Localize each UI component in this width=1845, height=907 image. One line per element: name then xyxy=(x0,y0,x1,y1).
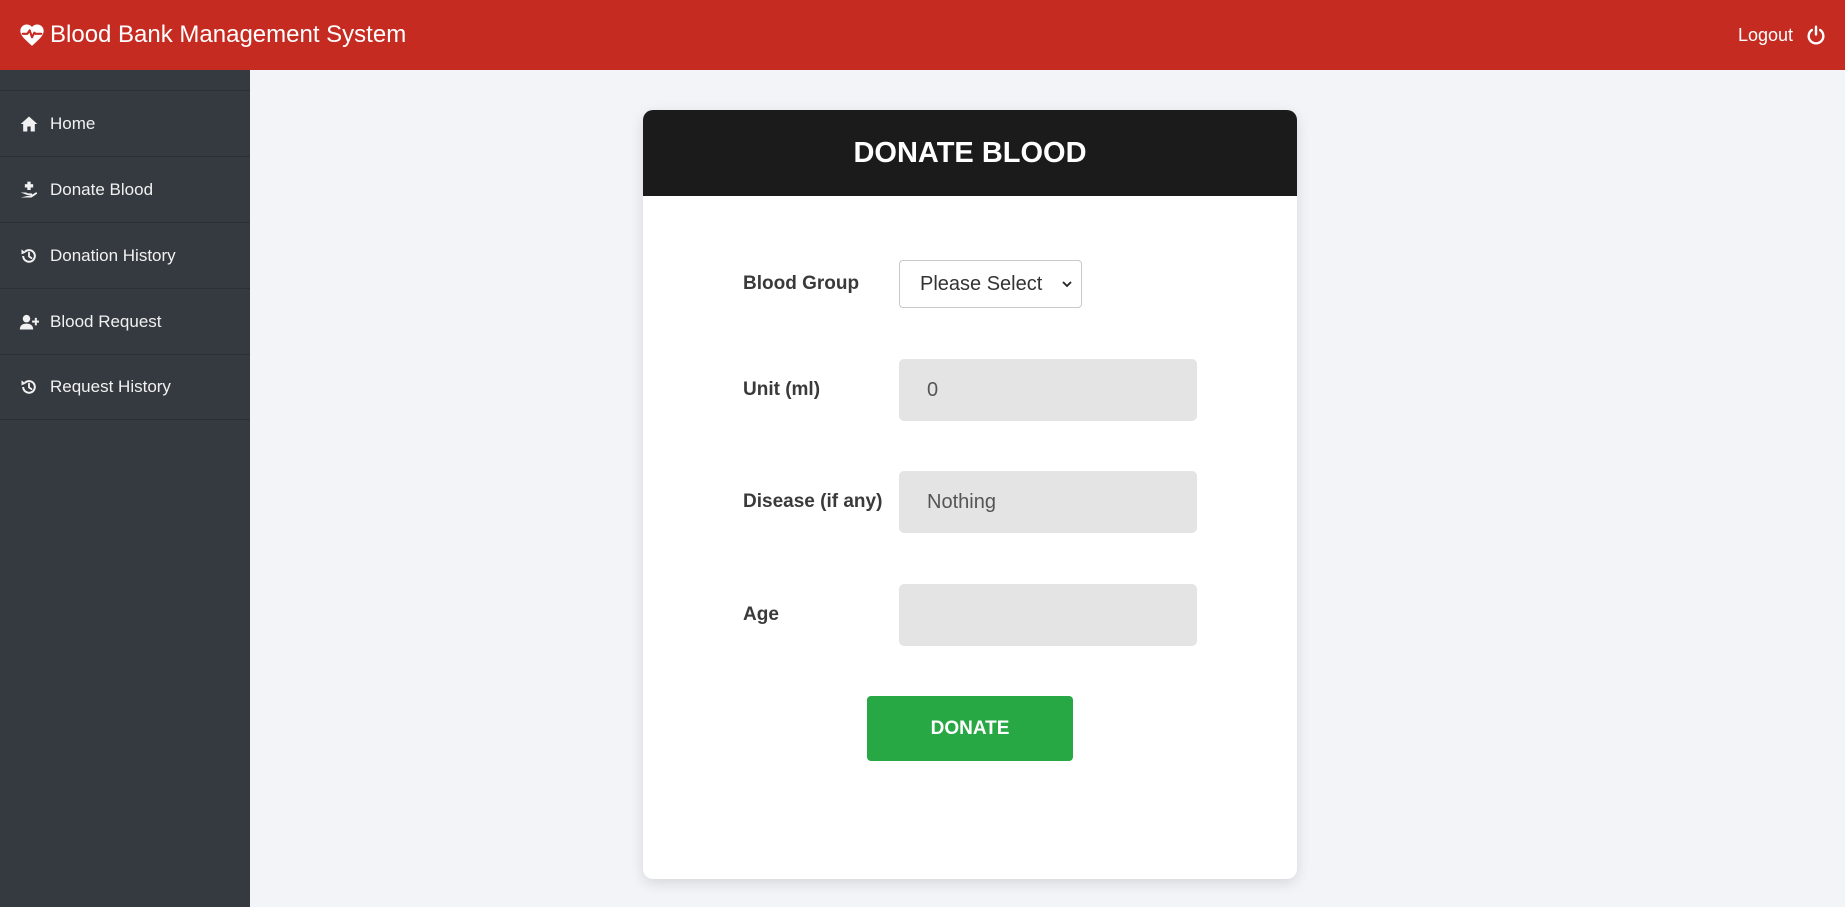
sidebar-item-label: Donate Blood xyxy=(50,179,154,199)
hand-holding-medical-icon xyxy=(18,179,40,201)
age-label: Age xyxy=(743,604,779,625)
sidebar-item-donate-blood[interactable]: Donate Blood xyxy=(0,156,250,222)
donate-blood-card: DONATE BLOOD Blood Group Please Select U… xyxy=(643,110,1297,879)
disease-label: Disease (if any) xyxy=(743,491,883,512)
unit-label: Unit (ml) xyxy=(743,379,821,400)
sidebar-item-label: Donation History xyxy=(50,245,176,265)
blood-group-label: Blood Group xyxy=(743,273,860,294)
disease-input[interactable] xyxy=(899,471,1197,533)
logout-label: Logout xyxy=(1737,24,1793,45)
sidebar-item-label: Blood Request xyxy=(50,311,162,331)
blood-group-row: Blood Group Please Select xyxy=(743,260,1082,308)
power-icon xyxy=(1807,25,1825,45)
top-navbar: Blood Bank Management System Logout xyxy=(0,0,1845,70)
app-title: Blood Bank Management System xyxy=(50,21,407,48)
sidebar-item-label: Home xyxy=(50,113,96,133)
logout-button[interactable]: Logout xyxy=(1738,24,1827,46)
blood-group-select[interactable]: Please Select xyxy=(899,260,1082,308)
sidebar-item-home[interactable]: Home xyxy=(0,90,250,156)
heart-pulse-icon xyxy=(20,24,44,46)
unit-row: Unit (ml) xyxy=(743,359,1197,421)
unit-input[interactable] xyxy=(899,359,1197,421)
blood-group-value: Please Select xyxy=(920,272,1043,295)
age-row: Age xyxy=(743,584,1197,646)
history-icon xyxy=(18,376,40,398)
card-title: DONATE BLOOD xyxy=(643,110,1297,196)
sidebar-item-label: Request History xyxy=(50,377,171,396)
user-plus-icon xyxy=(18,311,40,333)
disease-row: Disease (if any) xyxy=(743,471,1197,533)
sidebar: Home Donate Blood Donation History Blood… xyxy=(0,70,250,907)
age-input[interactable] xyxy=(899,584,1197,646)
brand-link[interactable]: Blood Bank Management System xyxy=(18,21,406,49)
home-icon xyxy=(18,113,40,135)
donate-button[interactable]: DONATE xyxy=(867,696,1073,761)
sidebar-item-donation-history[interactable]: Donation History xyxy=(0,222,250,288)
chevron-down-icon xyxy=(1062,281,1072,288)
sidebar-item-request-history[interactable]: Request History xyxy=(0,354,250,420)
history-icon xyxy=(18,245,40,267)
sidebar-item-blood-request[interactable]: Blood Request xyxy=(0,288,250,354)
